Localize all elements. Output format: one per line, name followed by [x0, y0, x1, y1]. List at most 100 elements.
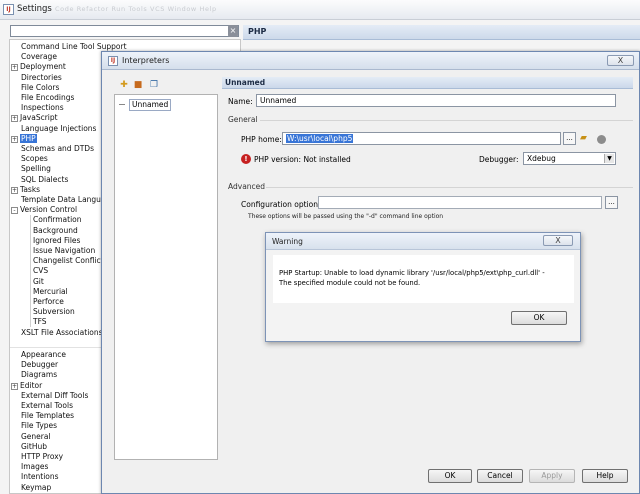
- tree-item[interactable]: Scopes: [21, 154, 48, 164]
- apply-button[interactable]: Apply: [529, 469, 575, 483]
- warning-message-area: PHP Startup: Unable to load dynamic libr…: [273, 255, 574, 303]
- tree-item[interactable]: External Diff Tools: [21, 391, 88, 401]
- interpreters-list[interactable]: Unnamed: [114, 94, 218, 460]
- tree-item[interactable]: + JavaScript: [11, 113, 58, 123]
- tree-item[interactable]: + PHP: [11, 133, 37, 144]
- tree-item[interactable]: File Types: [21, 421, 57, 431]
- tree-item-label: Language Injections: [21, 123, 97, 133]
- tree-item-label: Intentions: [21, 472, 59, 482]
- php-section-title: PHP: [248, 27, 267, 36]
- warning-ok-button[interactable]: OK: [511, 311, 567, 325]
- warning-message-line: PHP Startup: Unable to load dynamic libr…: [279, 269, 545, 277]
- warning-message-line: The specified module could not be found.: [279, 279, 421, 287]
- help-button[interactable]: Help: [582, 469, 628, 483]
- config-options-hint: These options will be passed using the "…: [248, 213, 444, 220]
- tree-item[interactable]: Language Injections: [21, 124, 96, 134]
- interpreters-titlebar[interactable]: IJ Interpreters X: [102, 52, 639, 70]
- tree-item-label: Scopes: [21, 154, 48, 164]
- name-label: Name:: [228, 97, 253, 106]
- php-home-label: PHP home:: [241, 135, 282, 144]
- copy-icon[interactable]: ❐: [148, 79, 160, 91]
- tree-item[interactable]: General: [21, 432, 51, 442]
- clear-search-icon[interactable]: ×: [228, 25, 238, 37]
- ok-button[interactable]: OK: [428, 469, 472, 483]
- browse-button[interactable]: ...: [563, 132, 576, 145]
- config-options-label: Configuration options:: [241, 200, 325, 209]
- tree-item[interactable]: Directories: [21, 73, 62, 83]
- name-input[interactable]: Unnamed: [256, 94, 616, 107]
- tree-item-label: Coverage: [21, 52, 57, 62]
- folder-icon[interactable]: ▰: [580, 134, 591, 143]
- tree-item[interactable]: GitHub: [21, 442, 47, 452]
- tree-item[interactable]: + Tasks: [11, 185, 40, 195]
- add-icon[interactable]: ✚: [118, 79, 130, 91]
- tree-item[interactable]: Intentions: [21, 472, 59, 482]
- warning-titlebar[interactable]: Warning X: [266, 233, 580, 250]
- tree-item[interactable]: XSLT File Associations: [21, 328, 103, 338]
- close-button[interactable]: X: [543, 235, 573, 246]
- tree-item[interactable]: File Encodings: [21, 93, 74, 103]
- tree-item[interactable]: File Colors: [21, 83, 59, 93]
- tree-item-label: External Diff Tools: [21, 390, 89, 400]
- config-options-input[interactable]: [318, 196, 602, 209]
- divider: [260, 120, 633, 121]
- tree-item-label: HTTP Proxy: [21, 452, 64, 461]
- app-icon: IJ: [3, 4, 14, 15]
- php-home-input[interactable]: W:\usr\local\php5: [282, 132, 561, 145]
- remove-icon[interactable]: ■: [132, 79, 144, 91]
- tree-item[interactable]: - Version Control: [11, 205, 77, 215]
- tree-item-label: File Encodings: [21, 93, 75, 102]
- version-control-group: [30, 215, 110, 327]
- tree-item[interactable]: Appearance: [21, 350, 66, 360]
- tree-item-label: JavaScript: [20, 113, 58, 123]
- tree-item[interactable]: Keymap: [21, 483, 51, 493]
- php-version-status: PHP version: Not installed: [254, 155, 351, 164]
- list-item[interactable]: Unnamed: [129, 99, 172, 111]
- expand-icon[interactable]: +: [11, 64, 18, 72]
- detail-title: Unnamed: [225, 78, 266, 87]
- close-button[interactable]: X: [607, 55, 634, 66]
- app-icon: IJ: [108, 56, 118, 66]
- tree-item-label: Schemas and DTDs: [21, 144, 94, 153]
- expand-icon[interactable]: +: [11, 135, 18, 143]
- tree-item[interactable]: Diagrams: [21, 370, 57, 380]
- interpreters-title: Interpreters: [122, 56, 170, 65]
- tree-item-label: General: [21, 431, 51, 441]
- divider: [266, 187, 633, 188]
- expand-icon[interactable]: +: [11, 186, 18, 194]
- tree-item[interactable]: Inspections: [21, 103, 64, 113]
- warning-title: Warning: [272, 237, 303, 246]
- expand-icon[interactable]: +: [11, 382, 18, 390]
- debugger-value: Xdebug: [527, 154, 556, 163]
- expand-icon[interactable]: +: [11, 115, 18, 123]
- tree-item[interactable]: Images: [21, 462, 48, 472]
- php-home-value: W:\usr\local\php5: [286, 134, 354, 143]
- tree-item[interactable]: External Tools: [21, 401, 73, 411]
- settings-search-input[interactable]: [10, 25, 239, 37]
- tree-item[interactable]: SQL Dialects: [21, 175, 68, 185]
- settings-titlebar[interactable]: IJ Settings Code Refactor Run Tools VCS …: [0, 0, 640, 20]
- tree-item[interactable]: File Templates: [21, 411, 74, 421]
- tree-item-label: File Types: [21, 421, 58, 431]
- tree-item[interactable]: + Editor: [11, 381, 42, 391]
- tree-item-label: Tasks: [20, 184, 41, 194]
- tree-item-label: Debugger: [21, 360, 59, 370]
- tree-item-label: Editor: [20, 380, 43, 390]
- tree-item[interactable]: + Deployment: [11, 62, 66, 72]
- tree-item-label: SQL Dialects: [21, 174, 69, 184]
- tree-item-label: Appearance: [21, 350, 67, 359]
- config-options-button[interactable]: ...: [605, 196, 618, 209]
- collapse-icon[interactable]: -: [11, 207, 18, 215]
- tree-item[interactable]: Spelling: [21, 164, 51, 174]
- debugger-select[interactable]: Xdebug ▼: [523, 152, 616, 165]
- tree-item[interactable]: Schemas and DTDs: [21, 144, 94, 154]
- settings-title: Settings: [17, 4, 52, 14]
- info-icon[interactable]: [597, 135, 606, 144]
- tree-item[interactable]: Debugger: [21, 360, 58, 370]
- tree-item[interactable]: HTTP Proxy: [21, 452, 63, 462]
- tree-item-label: Keymap: [21, 482, 52, 492]
- tree-item[interactable]: Coverage: [21, 52, 57, 62]
- tree-item-label: Version Control: [20, 205, 78, 215]
- cancel-button[interactable]: Cancel: [477, 469, 523, 483]
- tree-item-label: File Templates: [21, 411, 75, 421]
